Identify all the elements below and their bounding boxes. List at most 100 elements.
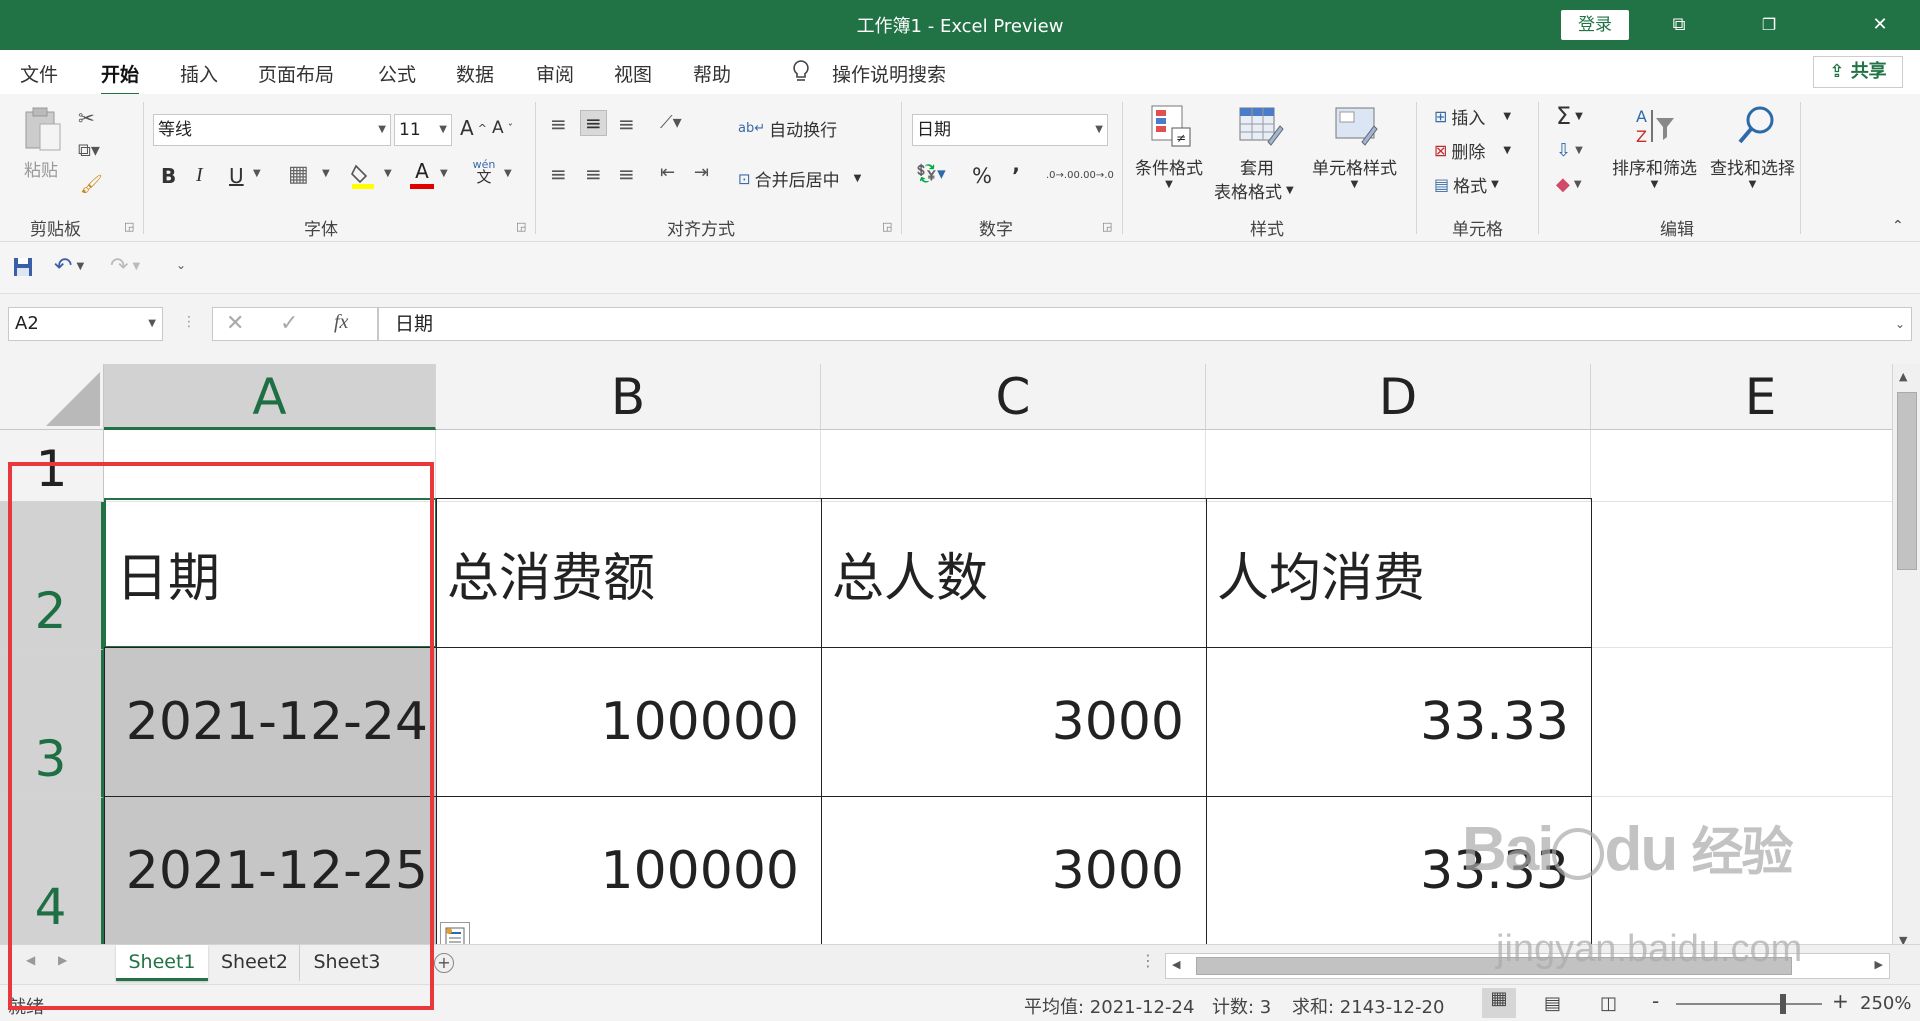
- format-as-table-icon[interactable]: [1238, 104, 1284, 148]
- align-left-icon[interactable]: ≡: [550, 162, 567, 186]
- number-format-select[interactable]: 日期 ▼: [912, 114, 1108, 146]
- horizontal-scrollbar[interactable]: ◀ ▶: [1165, 953, 1890, 979]
- cell-a1[interactable]: [104, 430, 436, 502]
- column-header-e[interactable]: E: [1591, 364, 1892, 430]
- page-break-view-icon[interactable]: ◫: [1600, 993, 1617, 1014]
- tell-me-search[interactable]: 操作说明搜索: [832, 60, 946, 87]
- underline-button[interactable]: U: [229, 164, 244, 188]
- collapse-ribbon-icon[interactable]: ⌃: [1892, 218, 1904, 234]
- column-header-b[interactable]: B: [436, 364, 821, 430]
- zoom-slider[interactable]: [1676, 1003, 1822, 1005]
- cell-e4[interactable]: [1591, 796, 1892, 944]
- scroll-left-icon[interactable]: ◀: [1172, 958, 1180, 971]
- cell-e3[interactable]: [1591, 647, 1892, 797]
- vertical-scroll-thumb[interactable]: [1897, 392, 1917, 570]
- number-launcher-icon[interactable]: ◲: [1102, 220, 1112, 233]
- tab-view[interactable]: 视图: [614, 60, 652, 87]
- name-box[interactable]: A2 ▼: [8, 307, 163, 341]
- scroll-right-icon[interactable]: ▶: [1875, 958, 1883, 971]
- cell-c2[interactable]: 总人数: [821, 498, 1207, 648]
- row-header-4[interactable]: 4: [0, 798, 104, 944]
- insert-function-icon[interactable]: fx: [334, 311, 348, 334]
- align-center-icon[interactable]: ≡: [585, 162, 602, 186]
- tab-home[interactable]: 开始: [101, 60, 140, 96]
- format-as-table-button[interactable]: 表格格式 ▼: [1214, 178, 1294, 203]
- increase-decimal-button[interactable]: .0→.00: [1046, 170, 1080, 181]
- tab-page-layout[interactable]: 页面布局: [258, 60, 334, 87]
- align-right-icon[interactable]: ≡: [618, 162, 635, 186]
- cancel-icon[interactable]: ✕: [226, 311, 244, 336]
- scroll-up-icon[interactable]: ▲: [1899, 370, 1907, 383]
- sheet-tab-1[interactable]: Sheet1: [116, 945, 208, 981]
- decrease-indent-icon[interactable]: ⇤: [660, 162, 675, 183]
- copy-icon[interactable]: ⧉▾: [78, 140, 100, 161]
- chevron-down-icon[interactable]: ▼: [504, 168, 512, 179]
- redo-icon[interactable]: ↷ ▼: [110, 254, 140, 279]
- alignment-launcher-icon[interactable]: ◲: [882, 220, 892, 233]
- zoom-level[interactable]: 250%: [1860, 993, 1911, 1014]
- cell-e1[interactable]: [1591, 430, 1892, 502]
- cell-a2[interactable]: 日期: [104, 498, 437, 648]
- conditional-formatting-icon[interactable]: ≠: [1150, 104, 1192, 148]
- tab-data[interactable]: 数据: [456, 60, 494, 87]
- font-color-icon[interactable]: A: [410, 160, 434, 190]
- tab-file[interactable]: 文件: [20, 60, 58, 87]
- bold-button[interactable]: B: [161, 164, 176, 188]
- cell-styles-icon[interactable]: [1334, 104, 1380, 148]
- worksheet-grid[interactable]: A B C D E 1 2 3 4 日期 总消费额 总人数 人均消费 2021-…: [0, 364, 1892, 944]
- format-cells-button[interactable]: ▤ 格式 ▼: [1434, 172, 1499, 197]
- wrap-text-button[interactable]: ab↵ 自动换行: [738, 116, 837, 141]
- restore-icon[interactable]: ❐: [1754, 10, 1784, 40]
- align-bottom-icon[interactable]: ≡: [618, 112, 635, 136]
- insert-cells-button[interactable]: ⊞ 插入 ▼: [1434, 104, 1511, 129]
- cell-styles-button[interactable]: 单元格样式 ▼: [1312, 154, 1397, 190]
- expand-formula-icon[interactable]: ⌄: [1895, 308, 1905, 340]
- phonetic-guide-icon[interactable]: wén 文: [472, 158, 496, 185]
- find-select-button[interactable]: 查找和选择 ▼: [1710, 154, 1795, 190]
- cell-d4[interactable]: 33.33: [1206, 796, 1592, 944]
- sheet-tab-2[interactable]: Sheet2: [210, 945, 300, 981]
- autosum-button[interactable]: Σ ▼: [1556, 102, 1583, 130]
- share-button[interactable]: ⇪ 共享: [1813, 56, 1903, 88]
- cell-c3[interactable]: 3000: [821, 647, 1207, 797]
- clipboard-launcher-icon[interactable]: ◲: [124, 220, 134, 233]
- zoom-out-button[interactable]: -: [1652, 989, 1659, 1013]
- quick-analysis-icon[interactable]: [440, 922, 470, 944]
- select-all-corner[interactable]: [0, 364, 104, 430]
- sort-filter-button[interactable]: 排序和筛选 ▼: [1612, 154, 1697, 190]
- align-middle-icon[interactable]: ≡: [580, 110, 607, 136]
- paste-label[interactable]: 粘贴: [24, 156, 58, 181]
- save-icon[interactable]: [12, 256, 34, 278]
- chevron-down-icon[interactable]: ▼: [253, 168, 261, 179]
- close-icon[interactable]: ✕: [1865, 10, 1895, 40]
- search-icon[interactable]: [1734, 104, 1780, 148]
- column-header-a[interactable]: A: [104, 364, 436, 430]
- orientation-icon[interactable]: ⟋▾: [660, 112, 682, 133]
- cell-e2[interactable]: [1591, 498, 1892, 648]
- sheet-tab-3[interactable]: Sheet3: [302, 945, 392, 981]
- cell-a4[interactable]: 2021-12-25: [104, 796, 437, 944]
- borders-icon[interactable]: ▦: [288, 162, 309, 187]
- cell-d3[interactable]: 33.33: [1206, 647, 1592, 797]
- horizontal-scroll-thumb[interactable]: [1196, 957, 1792, 975]
- paste-icon[interactable]: [22, 106, 64, 154]
- zoom-slider-thumb[interactable]: [1780, 994, 1786, 1014]
- fill-color-icon[interactable]: [350, 162, 376, 190]
- accounting-format-icon[interactable]: 💱▾: [916, 164, 946, 184]
- row-header-3[interactable]: 3: [0, 650, 104, 798]
- decrease-decimal-button[interactable]: .00→.0: [1080, 170, 1114, 181]
- undo-icon[interactable]: ↶ ▼: [54, 254, 84, 279]
- merge-center-button[interactable]: ⊡ 合并后居中 ▼: [738, 166, 861, 192]
- chevron-down-icon[interactable]: ▼: [384, 168, 392, 179]
- ribbon-display-icon[interactable]: ⧉: [1664, 10, 1694, 40]
- delete-cells-button[interactable]: ⊠ 删除 ▼: [1434, 138, 1511, 163]
- next-sheet-icon[interactable]: ▶: [58, 953, 67, 967]
- column-header-d[interactable]: D: [1206, 364, 1591, 430]
- fill-button[interactable]: ⇩ ▼: [1556, 140, 1583, 161]
- enter-icon[interactable]: ✓: [280, 311, 298, 336]
- cell-c4[interactable]: 3000: [821, 796, 1207, 944]
- chevron-down-icon[interactable]: ▼: [322, 168, 330, 179]
- italic-button[interactable]: I: [196, 164, 203, 187]
- font-size-select[interactable]: 11 ▼: [394, 114, 452, 146]
- increase-indent-icon[interactable]: ⇥: [694, 162, 709, 183]
